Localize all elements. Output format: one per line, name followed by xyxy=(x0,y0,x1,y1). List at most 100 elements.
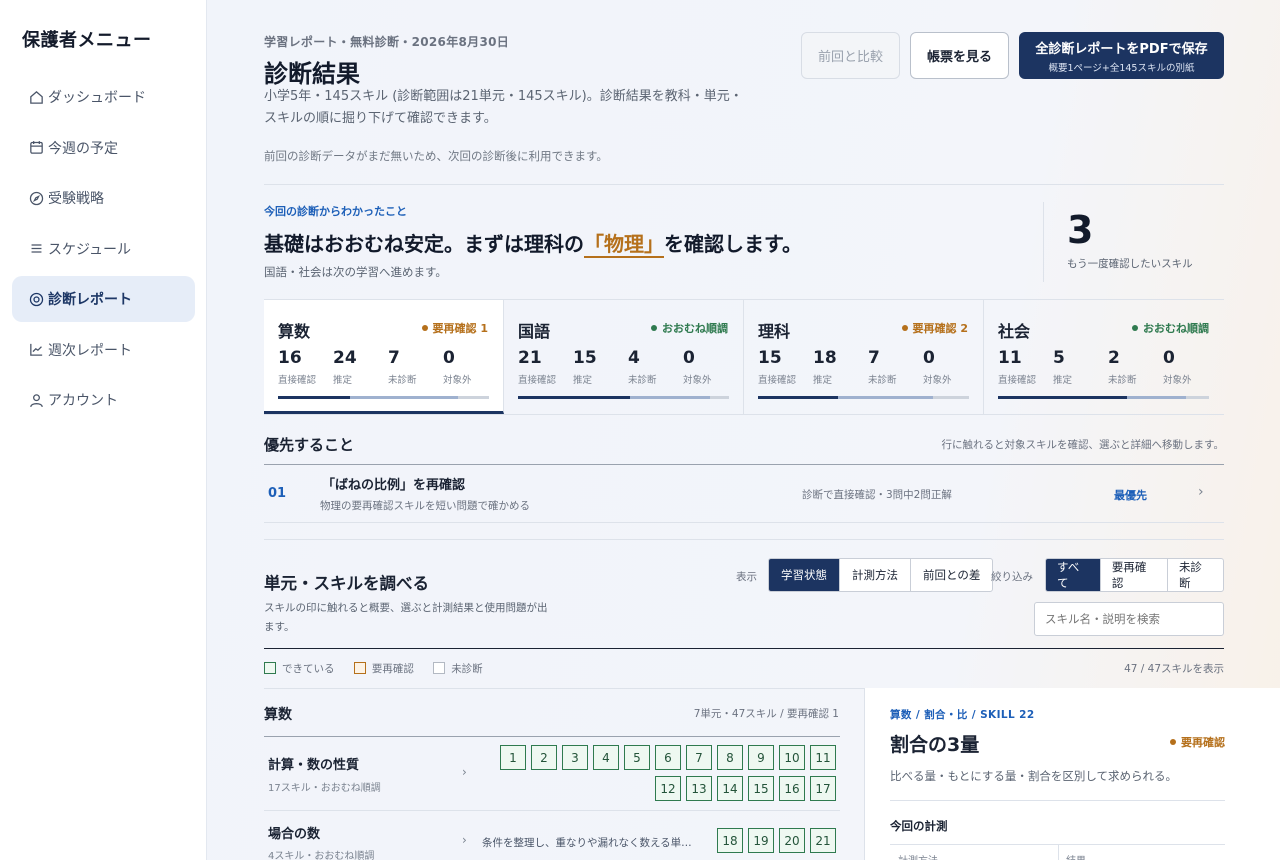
skill-chip[interactable]: 21 xyxy=(810,828,836,853)
skill-chip[interactable]: 12 xyxy=(655,776,681,801)
skill-detail-divider xyxy=(890,800,1225,801)
skill-chip[interactable]: 4 xyxy=(593,745,619,770)
list-icon xyxy=(31,244,42,253)
priority-row-divider xyxy=(264,522,1224,523)
subject-status-label: 要再確認 1 xyxy=(432,322,488,335)
skill-chip[interactable]: 9 xyxy=(748,745,774,770)
compare-previous-button[interactable]: 前回と比較 xyxy=(801,32,900,79)
status-dot-icon xyxy=(421,325,428,331)
status-dot-icon xyxy=(1170,739,1176,745)
sidebar-item-label: アカウント xyxy=(48,393,118,409)
priority-row-desc: 物理の要再確認スキルを短い問題で確かめる xyxy=(320,500,530,512)
subject-status-badge: おおむね順調 xyxy=(1132,320,1209,336)
chevron-right-icon: › xyxy=(1198,484,1204,500)
sidebar-item-account[interactable]: アカウント xyxy=(12,377,195,423)
subject-card[interactable]: 社会 おおむね順調 11 直接確認 5 推定 2 未診断 0 対象外 xyxy=(984,300,1224,414)
filter-all[interactable]: すべて xyxy=(1046,559,1101,591)
priority-row-number: 01 xyxy=(268,486,287,501)
subject-stat-label: 直接確認 xyxy=(998,375,1037,386)
subject-card[interactable]: 理科 要再確認 2 15 直接確認 18 推定 7 未診断 0 対象外 xyxy=(744,300,984,414)
filter-undiagnosed[interactable]: 未診断 xyxy=(1168,559,1223,591)
summary-headline-highlight[interactable]: 「物理」 xyxy=(584,232,664,258)
skill-chip[interactable]: 16 xyxy=(779,776,805,801)
recheck-count: 3 xyxy=(1067,208,1094,252)
subject-stat-label: 未診断 xyxy=(388,375,417,386)
skill-chip[interactable]: 1 xyxy=(500,745,526,770)
progress-direct-segment xyxy=(758,396,838,399)
subject-stat-value: 0 xyxy=(683,348,695,368)
subject-name: 国語 xyxy=(518,322,551,341)
subject-stat-estimated: 18 推定 xyxy=(813,348,837,386)
skill-description: 比べる量・もとにする量・割合を区別して求められる。 xyxy=(890,769,1178,783)
math-section-title: 算数 xyxy=(264,707,292,723)
unit-row[interactable]: 場合の数 4スキル・おおむね順調 › 条件を整理し、重なりや漏れなく数える単… … xyxy=(264,811,840,860)
compare-previous-label: 前回と比較 xyxy=(817,50,883,65)
skill-chip[interactable]: 18 xyxy=(717,828,743,853)
view-mode-measurement[interactable]: 計測方法 xyxy=(840,559,911,591)
summary-subtext: 国語・社会は次の学習へ進めます。 xyxy=(264,265,447,279)
legend-recheck-swatch xyxy=(353,662,366,674)
filter-recheck[interactable]: 要再確認 xyxy=(1101,559,1168,591)
subject-stat-label: 直接確認 xyxy=(278,375,317,386)
subject-stat-label: 対象外 xyxy=(443,375,472,386)
sidebar-item-dashboard[interactable]: ダッシュボード xyxy=(12,74,195,120)
explore-divider xyxy=(264,648,1224,649)
skill-chip[interactable]: 13 xyxy=(686,776,712,801)
subject-status-label: 要再確認 2 xyxy=(912,322,968,335)
progress-estimated-segment xyxy=(838,396,933,399)
skill-chip[interactable]: 11 xyxy=(810,745,836,770)
skill-chip[interactable]: 3 xyxy=(562,745,588,770)
save-pdf-button[interactable]: 全診断レポートをPDFで保存 概要1ページ+全145スキルの別紙 xyxy=(1019,32,1224,79)
progress-direct-segment xyxy=(518,396,630,399)
subject-stat-undiagnosed: 4 未診断 xyxy=(628,348,657,386)
sidebar-item-label: 診断レポート xyxy=(48,292,132,308)
subject-stat-value: 21 xyxy=(518,348,542,368)
sidebar-item-diagnosis-report[interactable]: 診断レポート xyxy=(12,276,195,322)
skill-chip[interactable]: 17 xyxy=(810,776,836,801)
skill-detail-panel: 算数 / 割合・比 / SKILL 22 割合の3量 要再確認 比べる量・もとに… xyxy=(864,688,1280,860)
subject-stat-excluded: 0 対象外 xyxy=(443,348,472,386)
priority-row[interactable]: 01 「ばねの比例」を再確認 物理の要再確認スキルを短い問題で確かめる 診断で直… xyxy=(264,465,1224,522)
subject-stat-excluded: 0 対象外 xyxy=(683,348,712,386)
summary-headline-pre: 基礎はおおむね安定。まずは理科の xyxy=(264,232,584,256)
subject-stat-estimated: 5 推定 xyxy=(1053,348,1072,386)
skill-chip[interactable]: 20 xyxy=(779,828,805,853)
skill-search-input[interactable] xyxy=(1034,602,1224,636)
view-mode-diff[interactable]: 前回との差 xyxy=(911,559,992,591)
explore-description-line2: ます。 xyxy=(264,621,295,633)
subject-card[interactable]: 国語 おおむね順調 21 直接確認 15 推定 4 未診断 0 対象外 xyxy=(504,300,744,414)
legend-mastered-swatch xyxy=(264,662,276,674)
user-icon xyxy=(30,393,43,407)
summary-divider xyxy=(1043,202,1044,282)
priority-row-level: 最優先 xyxy=(1114,489,1147,502)
sidebar-item-strategy[interactable]: 受験戦略 xyxy=(12,175,195,221)
unit-row[interactable]: 計算・数の性質 17スキル・おおむね順調 › 1 2 3 4 5 6 7 8 9 10 11 12 13… xyxy=(264,737,840,810)
subject-stat-label: 対象外 xyxy=(1163,375,1192,386)
priority-row-title: 「ばねの比例」を再確認 xyxy=(322,478,466,493)
progress-estimated-segment xyxy=(350,396,458,399)
subject-card[interactable]: 算数 要再確認 1 16 直接確認 24 推定 7 未診断 0 対象外 xyxy=(264,300,504,414)
skill-chip[interactable]: 14 xyxy=(717,776,743,801)
skill-chip[interactable]: 5 xyxy=(624,745,650,770)
main-content: 学習レポート・無料診断・2026年8月30日 診断結果 小学5年・145スキル … xyxy=(207,0,1280,860)
measurement-col-result: 結果 xyxy=(1066,852,1086,860)
view-mode-learning-state[interactable]: 学習状態 xyxy=(769,559,840,591)
sidebar-item-weekly-report[interactable]: 週次レポート xyxy=(12,327,195,373)
subject-stat-undiagnosed: 7 未診断 xyxy=(388,348,417,386)
sidebar-item-weekly-plan[interactable]: 今週の予定 xyxy=(12,125,195,171)
skill-chip[interactable]: 19 xyxy=(748,828,774,853)
subject-progress-bar xyxy=(518,396,729,399)
explore-title: 単元・スキルを調べる xyxy=(264,574,429,593)
view-report-label: 帳票を見る xyxy=(926,50,992,65)
subject-stat-estimated: 15 推定 xyxy=(573,348,597,386)
sidebar-item-schedule[interactable]: スケジュール xyxy=(12,226,195,272)
skill-chip[interactable]: 8 xyxy=(717,745,743,770)
view-report-button[interactable]: 帳票を見る xyxy=(910,32,1009,79)
skill-chip[interactable]: 7 xyxy=(686,745,712,770)
subject-stat-value: 0 xyxy=(1163,348,1175,368)
skill-chip[interactable]: 2 xyxy=(531,745,557,770)
skill-chip[interactable]: 6 xyxy=(655,745,681,770)
skill-chip[interactable]: 10 xyxy=(779,745,805,770)
subject-stat-value: 0 xyxy=(923,348,935,368)
skill-chip[interactable]: 15 xyxy=(748,776,774,801)
